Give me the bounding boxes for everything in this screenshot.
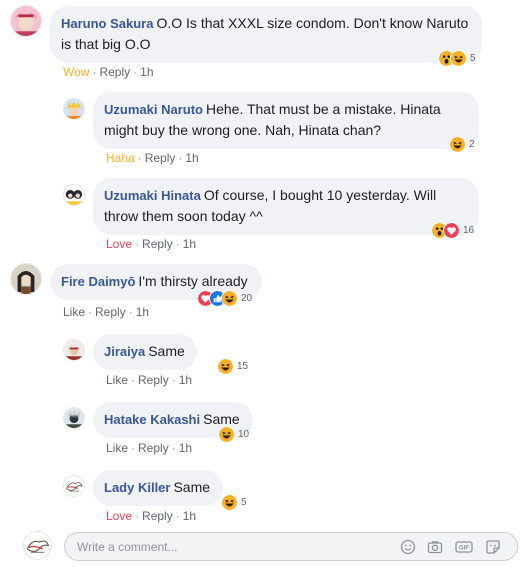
haha-icon <box>217 357 234 375</box>
gif-icon[interactable]: GIF <box>455 539 473 555</box>
reaction-button[interactable]: Love <box>106 509 132 523</box>
separator: · <box>175 237 180 251</box>
timestamp[interactable]: 1h <box>179 441 192 455</box>
author-name[interactable]: Uzumaki Hinata <box>104 188 201 203</box>
reaction-button[interactable]: Like <box>106 441 128 455</box>
separator: · <box>135 509 140 523</box>
separator: · <box>88 305 93 319</box>
reaction-count: 20 <box>241 292 253 304</box>
sticker-icon[interactable] <box>485 539 501 555</box>
avatar[interactable] <box>63 339 85 361</box>
separator: · <box>131 373 136 387</box>
reply-link[interactable]: Reply <box>145 151 176 165</box>
comment-input[interactable] <box>77 537 377 557</box>
author-name[interactable]: Haruno Sakura <box>61 16 153 31</box>
reply-link[interactable]: Reply <box>142 509 173 523</box>
haha-icon <box>221 493 238 511</box>
reaction-summary[interactable]: 10 <box>218 424 249 444</box>
comment-text: Same <box>173 479 211 495</box>
reaction-count: 5 <box>241 496 247 508</box>
comment-text: Same <box>148 343 185 359</box>
reaction-summary[interactable]: 5 <box>221 492 247 512</box>
comment-bubble: Jiraiya Same <box>93 334 197 370</box>
haha-icon <box>449 135 466 153</box>
timestamp[interactable]: 1h <box>183 509 196 523</box>
comment-bubble: Uzumaki Hinata Of course, I bought 10 yes… <box>93 178 479 235</box>
separator: · <box>133 65 138 79</box>
avatar[interactable] <box>63 98 85 120</box>
reply-link[interactable]: Reply <box>95 305 126 319</box>
avatar[interactable] <box>63 184 85 206</box>
avatar[interactable] <box>10 5 42 37</box>
comment-actions: Love · Reply · 1h <box>106 509 196 523</box>
comment-actions: Like · Reply · 1h <box>63 305 149 319</box>
comment-composer: GIF <box>64 532 518 561</box>
separator: · <box>92 65 97 79</box>
reaction-summary[interactable]: 16 <box>431 220 474 240</box>
emoji-icon[interactable] <box>400 539 416 555</box>
comment-text: I'm thirsty already <box>138 273 248 289</box>
haha-icon <box>218 425 235 443</box>
separator: · <box>131 441 136 455</box>
author-name[interactable]: Lady Killer <box>104 480 170 495</box>
reply-link[interactable]: Reply <box>138 441 169 455</box>
avatar[interactable] <box>10 263 42 295</box>
reaction-button[interactable]: Haha <box>106 151 135 165</box>
reaction-button[interactable]: Love <box>106 237 132 251</box>
separator: · <box>135 237 140 251</box>
camera-icon[interactable] <box>427 539 443 555</box>
separator: · <box>137 151 142 165</box>
reaction-summary[interactable]: 20 <box>197 288 252 308</box>
separator: · <box>178 151 183 165</box>
reaction-count: 15 <box>237 360 249 372</box>
haha-icon <box>221 289 238 307</box>
separator: · <box>128 305 133 319</box>
author-name[interactable]: Jiraiya <box>104 344 145 359</box>
reaction-summary[interactable]: 2 <box>449 134 475 154</box>
timestamp[interactable]: 1h <box>179 373 192 387</box>
comment-bubble: Uzumaki Naruto Hehe. That must be a mista… <box>93 92 479 149</box>
current-user-avatar[interactable] <box>23 531 52 560</box>
reaction-summary[interactable]: 15 <box>217 356 248 376</box>
separator: · <box>171 373 176 387</box>
author-name[interactable]: Hatake Kakashi <box>104 412 200 427</box>
timestamp[interactable]: 1h <box>136 305 149 319</box>
reaction-button[interactable]: Like <box>106 373 128 387</box>
comment-actions: Like · Reply · 1h <box>106 373 192 387</box>
timestamp[interactable]: 1h <box>140 65 153 79</box>
comment-bubble: Lady Killer Same <box>93 470 223 506</box>
haha-icon <box>450 49 467 67</box>
comment-actions: Love · Reply · 1h <box>106 237 196 251</box>
reaction-button[interactable]: Like <box>63 305 85 319</box>
reaction-count: 5 <box>470 52 476 64</box>
reply-link[interactable]: Reply <box>142 237 173 251</box>
reply-link[interactable]: Reply <box>99 65 130 79</box>
separator: · <box>175 509 180 523</box>
reaction-count: 10 <box>238 428 250 440</box>
avatar[interactable] <box>63 407 85 429</box>
reaction-count: 16 <box>463 224 475 236</box>
author-name[interactable]: Fire Daimyō <box>61 274 135 289</box>
comment-actions: Like · Reply · 1h <box>106 441 192 455</box>
separator: · <box>171 441 176 455</box>
reaction-count: 2 <box>469 138 475 150</box>
comment-bubble: Haruno Sakura O.O Is that XXXL size condo… <box>50 6 482 63</box>
svg-text:GIF: GIF <box>459 546 469 552</box>
author-name[interactable]: Uzumaki Naruto <box>104 102 203 117</box>
timestamp[interactable]: 1h <box>185 151 198 165</box>
reaction-button[interactable]: Wow <box>63 65 89 79</box>
reaction-summary[interactable]: 5 <box>438 48 476 68</box>
love-icon <box>443 221 460 239</box>
comment-actions: Wow · Reply · 1h <box>63 65 154 79</box>
comment-actions: Haha · Reply · 1h <box>106 151 199 165</box>
reply-link[interactable]: Reply <box>138 373 169 387</box>
avatar[interactable] <box>63 475 85 497</box>
timestamp[interactable]: 1h <box>183 237 196 251</box>
